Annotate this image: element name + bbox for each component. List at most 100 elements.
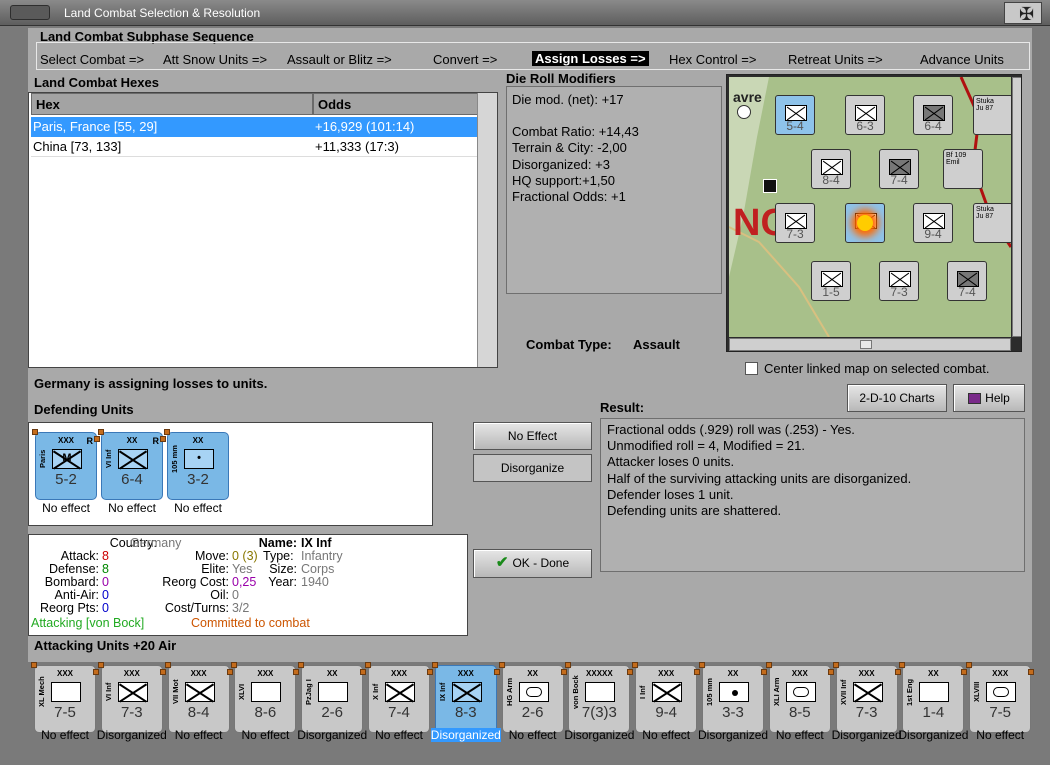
result-line: Defender loses 1 unit. [607, 486, 734, 502]
linked-map[interactable]: avre NC 5-4 6-3 6-4 8-4 7-4 7-3 9-4 1-5 … [726, 74, 1022, 352]
column-header-odds[interactable]: Odds [313, 93, 478, 115]
unit-strength: 8-3 [454, 704, 477, 721]
drm-line: Combat Ratio: +14,43 [512, 124, 639, 140]
attacking-unit-counter[interactable]: XXX XLI Arm 8-5 [765, 662, 834, 733]
attacking-unit-counter[interactable]: XX 1st Eng 1-4 [899, 662, 968, 733]
map-view[interactable]: avre NC 5-4 6-3 6-4 8-4 7-4 7-3 9-4 1-5 … [729, 77, 1011, 337]
attacking-unit-counter[interactable]: XXX VII Mot 8-4 [164, 662, 233, 733]
map-counter[interactable]: 6-3 [845, 95, 885, 135]
unit-status: No effect [642, 728, 691, 742]
charts-button[interactable]: 2-D-10 Charts [847, 384, 947, 412]
map-counter[interactable]: 5-4 [775, 95, 815, 135]
attacking-unit-counter[interactable]: XXX IX Inf 8-3 [431, 662, 500, 733]
unit-strength: 7-5 [989, 704, 1012, 721]
help-button-label: Help [985, 391, 1010, 405]
no-effect-button[interactable]: No Effect [473, 422, 592, 450]
unit-symbol [719, 682, 749, 702]
unit-status: Disorganized [297, 728, 368, 742]
committed-status: Committed to combat [191, 616, 310, 630]
help-book-icon [968, 393, 982, 405]
attacking-unit-counter[interactable]: XX PzJag I 2-6 [298, 662, 367, 733]
unit-symbol [652, 682, 683, 702]
unit-strength: 7(3)3 [581, 704, 617, 721]
step-retreat-units: Retreat Units => [788, 52, 883, 67]
attacking-unit-counter[interactable]: XXXXX von Bock 7(3)3 [565, 662, 634, 733]
defending-unit-counter[interactable]: XX R VI Inf 6-4 [98, 429, 166, 500]
attacking-unit-counter[interactable]: XXX X Inf 7-4 [365, 662, 433, 733]
attacking-unit-counter[interactable]: XX 105 mm 3-3 [699, 662, 767, 733]
center-map-checkbox[interactable] [745, 362, 758, 375]
column-header-hex[interactable]: Hex [31, 93, 313, 115]
result-line: Defending units are shattered. [607, 503, 782, 519]
defending-unit-counter[interactable]: XXX R Paris M 5-2 [32, 429, 100, 500]
map-counter[interactable]: 1-5 [811, 261, 851, 301]
attacking-unit-counter[interactable]: XXX VI Inf 7-3 [97, 662, 166, 733]
hex-cell: China [73, 133] [33, 139, 122, 154]
attacking-unit-counter[interactable]: XXHG Arm Div2-6 [498, 662, 567, 733]
step-select-combat: Select Combat => [40, 52, 145, 67]
defending-unit-counter[interactable]: XX 105 mm • 3-2 [164, 429, 229, 500]
unit-status: No effect [508, 728, 557, 742]
unit-status: No effect [41, 728, 89, 742]
window-menu-icon[interactable] [10, 5, 50, 20]
hex-cell: Paris, France [55, 29] [33, 119, 158, 134]
map-counter[interactable]: 7-4 [879, 149, 919, 189]
map-counter[interactable]: 7-4 [947, 261, 987, 301]
ok-done-button[interactable]: ✔ OK - Done [473, 549, 592, 578]
unit-strength: 7-3 [855, 704, 878, 721]
map-horizontal-scrollbar[interactable] [729, 338, 1011, 351]
fortification-icon [763, 179, 777, 193]
unit-status: Disorganized [698, 728, 769, 742]
title-bar: Land Combat Selection & Resolution ✠ [0, 0, 1050, 26]
artillery-unit-symbol: • [184, 449, 214, 469]
unit-status: Disorganized [564, 728, 635, 742]
map-counter[interactable]: 7-3 [775, 203, 815, 243]
map-counter[interactable]: 8-4 [811, 149, 851, 189]
attacking-unit-counter[interactable]: XXX I Inf 9-4 [632, 662, 701, 733]
unit-symbol [585, 682, 616, 702]
unit-status: No effect [174, 728, 223, 742]
map-counter[interactable]: 7-3 [879, 261, 919, 301]
attacking-heading: Attacking Units +20 Air [34, 638, 177, 653]
drm-line [512, 108, 716, 124]
air-unit-counter[interactable]: Bf 109 Emil [943, 149, 983, 189]
table-row[interactable]: Paris, France [55, 29] +16,929 (101:14) [31, 117, 478, 137]
table-row[interactable]: China [73, 133] +11,333 (17:3) [31, 137, 478, 157]
table-scrollbar[interactable] [477, 93, 497, 367]
map-scroll-thumb[interactable] [860, 340, 872, 349]
step-hex-control: Hex Control => [669, 52, 757, 67]
drm-line: Disorganized: +3 [512, 156, 610, 172]
step-att-snow-units: Att Snow Units => [163, 52, 268, 67]
unit-strength: 7-4 [388, 704, 410, 721]
result-line: Unmodified roll = 4, Modified = 21. [607, 438, 805, 454]
air-unit-counter[interactable]: Stuka Ju 87 [973, 203, 1011, 243]
attacking-unit-counter[interactable]: XXXXLVIII Arm7-5 [966, 662, 1035, 733]
disorganize-button[interactable]: Disorganize [473, 454, 592, 482]
city-marker-icon [737, 105, 751, 119]
combat-explosion-icon [857, 215, 873, 231]
unit-status: Disorganized [831, 728, 902, 742]
attacking-unit-counter[interactable]: XXXXLVI Mech8-6 [231, 662, 300, 733]
unit-status: Disorganized [898, 728, 969, 742]
map-counter[interactable]: 6-4 [913, 95, 953, 135]
map-vertical-scrollbar[interactable] [1012, 77, 1021, 337]
map-counter[interactable]: 9-4 [913, 203, 953, 243]
attacking-unit-counter[interactable]: XXX XL Mech 7-5 [31, 662, 99, 733]
step-advance-units: Advance Units [920, 52, 1004, 67]
result-line: Fractional odds (.929) roll was (.253) -… [607, 422, 855, 437]
combat-hexes-table: Hex Odds Paris, France [55, 29] +16,929 … [28, 92, 498, 368]
status-message: Germany is assigning losses to units. [34, 376, 268, 391]
ok-done-label: OK - Done [512, 556, 570, 570]
unit-status: No effect [108, 501, 156, 515]
unit-status: No effect [42, 501, 90, 515]
attacking-unit-counter[interactable]: XXX XVII Inf 7-3 [832, 662, 901, 733]
air-unit-counter[interactable]: Stuka Ju 87 [973, 95, 1011, 135]
odds-cell: +11,333 (17:3) [315, 139, 399, 154]
unit-status: No effect [775, 728, 824, 742]
mech-unit-symbol: M [52, 449, 82, 469]
checkmark-icon: ✔ [495, 554, 509, 571]
unit-status: Disorganized [430, 728, 501, 742]
unit-strength: 3-3 [722, 704, 744, 721]
help-button[interactable]: Help [953, 384, 1025, 412]
result-panel: Fractional odds (.929) roll was (.253) -… [600, 418, 1025, 572]
